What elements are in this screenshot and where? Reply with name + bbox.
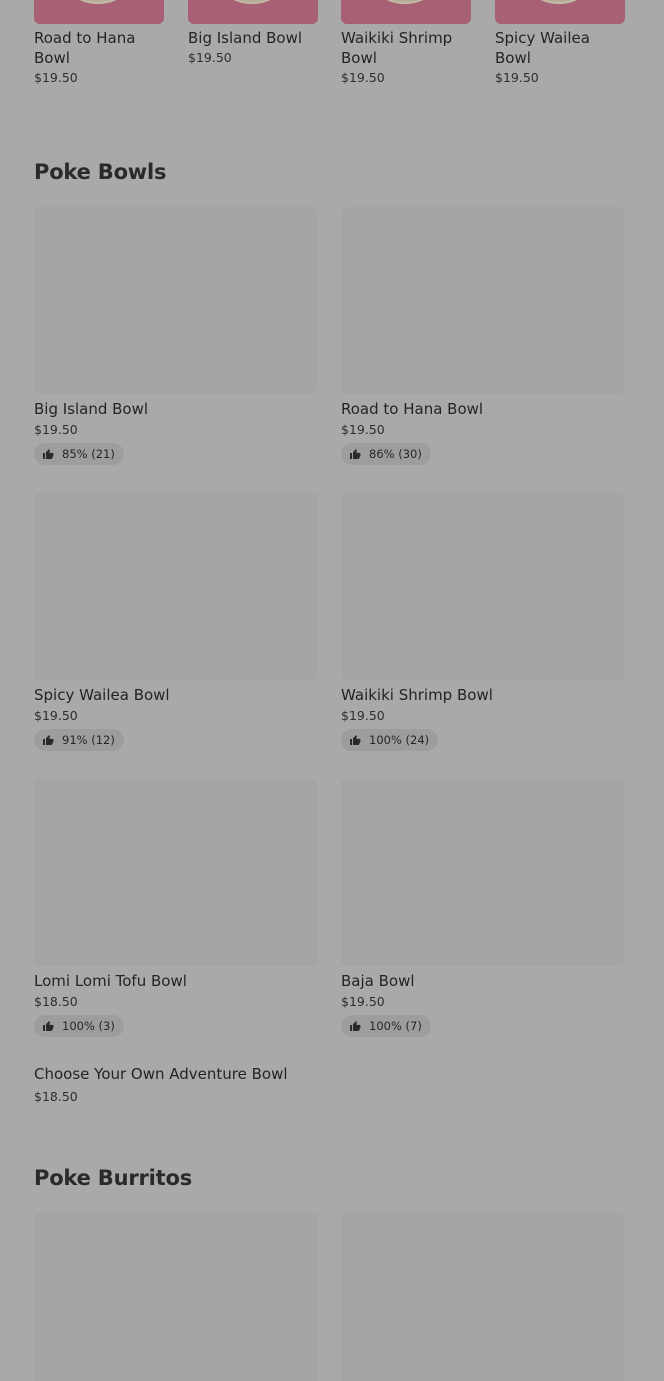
featured-item[interactable]: Road to Hana Bowl $19.50	[34, 0, 164, 86]
thumbs-up-icon	[350, 735, 361, 745]
thumbs-up-icon	[350, 449, 361, 459]
item-price: $19.50	[34, 70, 78, 85]
menu-item-card[interactable]: Choose Your Own Adventure Bowl $18.50	[34, 1065, 317, 1104]
item-name: Lomi Lomi Tofu Bowl	[34, 972, 187, 990]
menu-page: Road to Hana Bowl $19.50 Big Island Bowl…	[0, 0, 664, 1381]
item-price: $19.50	[341, 422, 385, 437]
item-photo	[341, 779, 624, 966]
item-name: Road to Hana Bowl	[341, 400, 484, 418]
rating-text: 86% (30)	[369, 447, 422, 461]
thumbs-up-icon	[43, 449, 54, 459]
item-photo	[34, 779, 317, 966]
item-photo	[341, 0, 471, 24]
menu-item-card[interactable]: Spicy Wailea Bowl $19.50 91% (12)	[34, 493, 317, 751]
featured-item[interactable]: Big Island Bowl $19.50	[188, 0, 318, 66]
menu-item-card[interactable]: Road to Hana Bowl $19.50 86% (30)	[341, 207, 624, 465]
item-photo	[495, 0, 625, 24]
item-price: $18.50	[34, 1089, 78, 1104]
item-name: Baja Bowl	[341, 972, 415, 990]
rating-badge: 100% (7)	[341, 1015, 431, 1037]
rating-text: 85% (21)	[62, 447, 115, 461]
menu-item-card[interactable]	[34, 1213, 317, 1381]
rating-badge: 85% (21)	[34, 443, 124, 465]
menu-item-card[interactable]: Baja Bowl $19.50 100% (7)	[341, 779, 624, 1037]
item-price: $19.50	[341, 708, 385, 723]
item-photo	[34, 207, 317, 394]
item-photo	[34, 0, 164, 24]
rating-text: 91% (12)	[62, 733, 115, 747]
rating-badge: 100% (3)	[34, 1015, 124, 1037]
item-name: Waikiki Shrimp Bowl	[341, 29, 453, 67]
item-name: Big Island Bowl	[34, 400, 149, 418]
item-photo	[34, 493, 317, 680]
item-price: $19.50	[495, 70, 539, 85]
item-price: $19.50	[341, 994, 385, 1009]
item-name: Choose Your Own Adventure Bowl	[34, 1065, 288, 1083]
thumbs-up-icon	[43, 1021, 54, 1031]
item-name: Spicy Wailea Bowl	[34, 686, 170, 704]
item-photo	[188, 0, 318, 24]
item-price: $19.50	[188, 50, 232, 65]
rating-text: 100% (24)	[369, 733, 430, 747]
item-name: Big Island Bowl	[188, 29, 303, 47]
menu-item-card[interactable]: Waikiki Shrimp Bowl $19.50 100% (24)	[341, 493, 624, 751]
thumbs-up-icon	[350, 1021, 361, 1031]
rating-text: 100% (3)	[62, 1019, 115, 1033]
featured-item[interactable]: Waikiki Shrimp Bowl $19.50	[341, 0, 471, 86]
menu-item-card[interactable]: Big Island Bowl $19.50 85% (21)	[34, 207, 317, 465]
thumbs-up-icon	[43, 735, 54, 745]
menu-item-card[interactable]	[341, 1213, 624, 1381]
item-name: Road to Hana Bowl	[34, 29, 136, 67]
item-name: Waikiki Shrimp Bowl	[341, 686, 493, 704]
section-title: Poke Bowls	[34, 160, 167, 184]
item-price: $18.50	[34, 994, 78, 1009]
menu-item-card[interactable]: Lomi Lomi Tofu Bowl $18.50 100% (3)	[34, 779, 317, 1037]
rating-badge: 86% (30)	[341, 443, 431, 465]
rating-text: 100% (7)	[369, 1019, 422, 1033]
item-photo	[341, 493, 624, 680]
item-price: $19.50	[34, 422, 78, 437]
item-price: $19.50	[341, 70, 385, 85]
section-title: Poke Burritos	[34, 1166, 193, 1190]
featured-item[interactable]: Spicy Wailea Bowl $19.50	[495, 0, 625, 86]
item-photo	[341, 207, 624, 394]
rating-badge: 100% (24)	[341, 729, 439, 751]
item-name: Spicy Wailea Bowl	[495, 29, 590, 67]
rating-badge: 91% (12)	[34, 729, 124, 751]
item-price: $19.50	[34, 708, 78, 723]
